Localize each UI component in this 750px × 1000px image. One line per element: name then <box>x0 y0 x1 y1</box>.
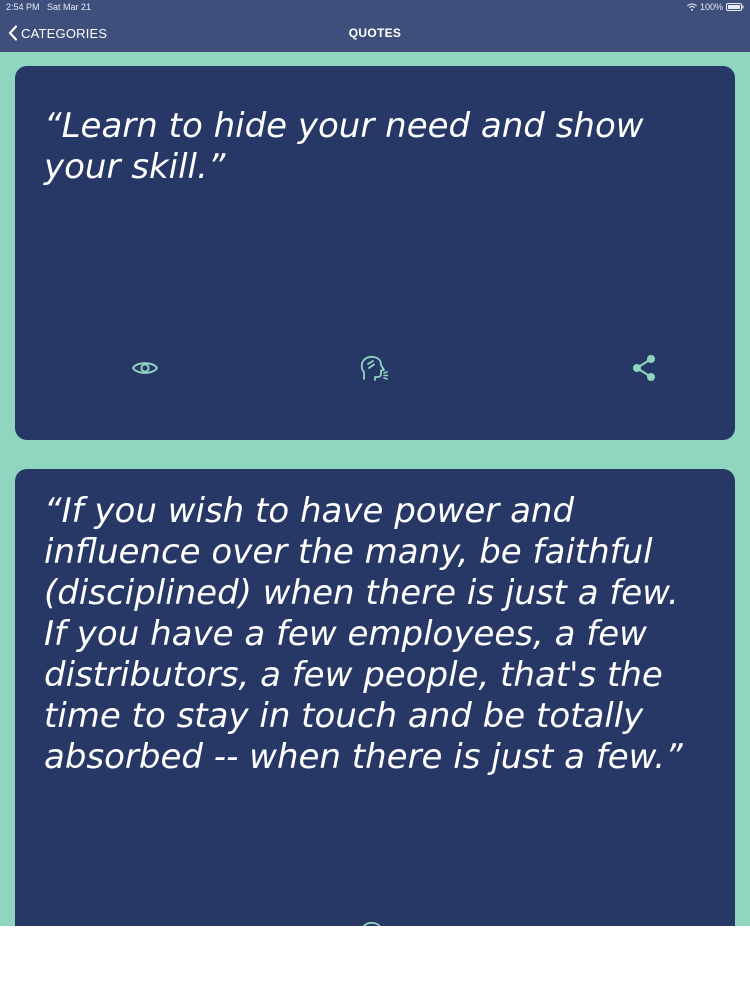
status-indicators: 100% <box>687 0 744 14</box>
battery-percent: 100% <box>699 2 723 12</box>
speak-icon <box>360 355 389 381</box>
status-bar: 2:54 PM Sat Mar 21 100% <box>0 0 750 14</box>
quote-card[interactable]: “If you wish to have power and influence… <box>15 469 735 926</box>
speak-button[interactable] <box>357 917 391 926</box>
view-button[interactable] <box>128 351 162 385</box>
chevron-left-icon <box>8 25 18 41</box>
quote-card[interactable]: “Learn to hide your need and show your s… <box>15 66 735 440</box>
share-icon <box>633 355 655 381</box>
quote-text: “If you wish to have power and influence… <box>44 491 683 777</box>
share-button[interactable] <box>627 351 661 385</box>
speak-icon <box>362 921 381 926</box>
status-time-date: 2:54 PM Sat Mar 21 <box>6 0 91 14</box>
speak-button[interactable] <box>357 351 391 385</box>
status-date: Sat Mar 21 <box>47 2 92 12</box>
back-button-label: CATEGORIES <box>21 25 108 41</box>
navigation-bar: QUOTES CATEGORIES <box>0 14 750 52</box>
quotes-screen: 2:54 PM Sat Mar 21 100% QUOTES CATEGORIE… <box>0 0 750 926</box>
quote-text: “Learn to hide your need and show your s… <box>44 106 644 187</box>
share-button[interactable] <box>635 917 669 926</box>
bottom-blank-area <box>0 926 750 1000</box>
back-button[interactable]: CATEGORIES <box>8 14 107 52</box>
page-title: QUOTES <box>348 26 402 40</box>
status-time: 2:54 PM <box>6 2 40 12</box>
eye-icon <box>132 362 158 374</box>
wifi-icon <box>687 3 697 11</box>
battery-icon <box>726 3 744 11</box>
